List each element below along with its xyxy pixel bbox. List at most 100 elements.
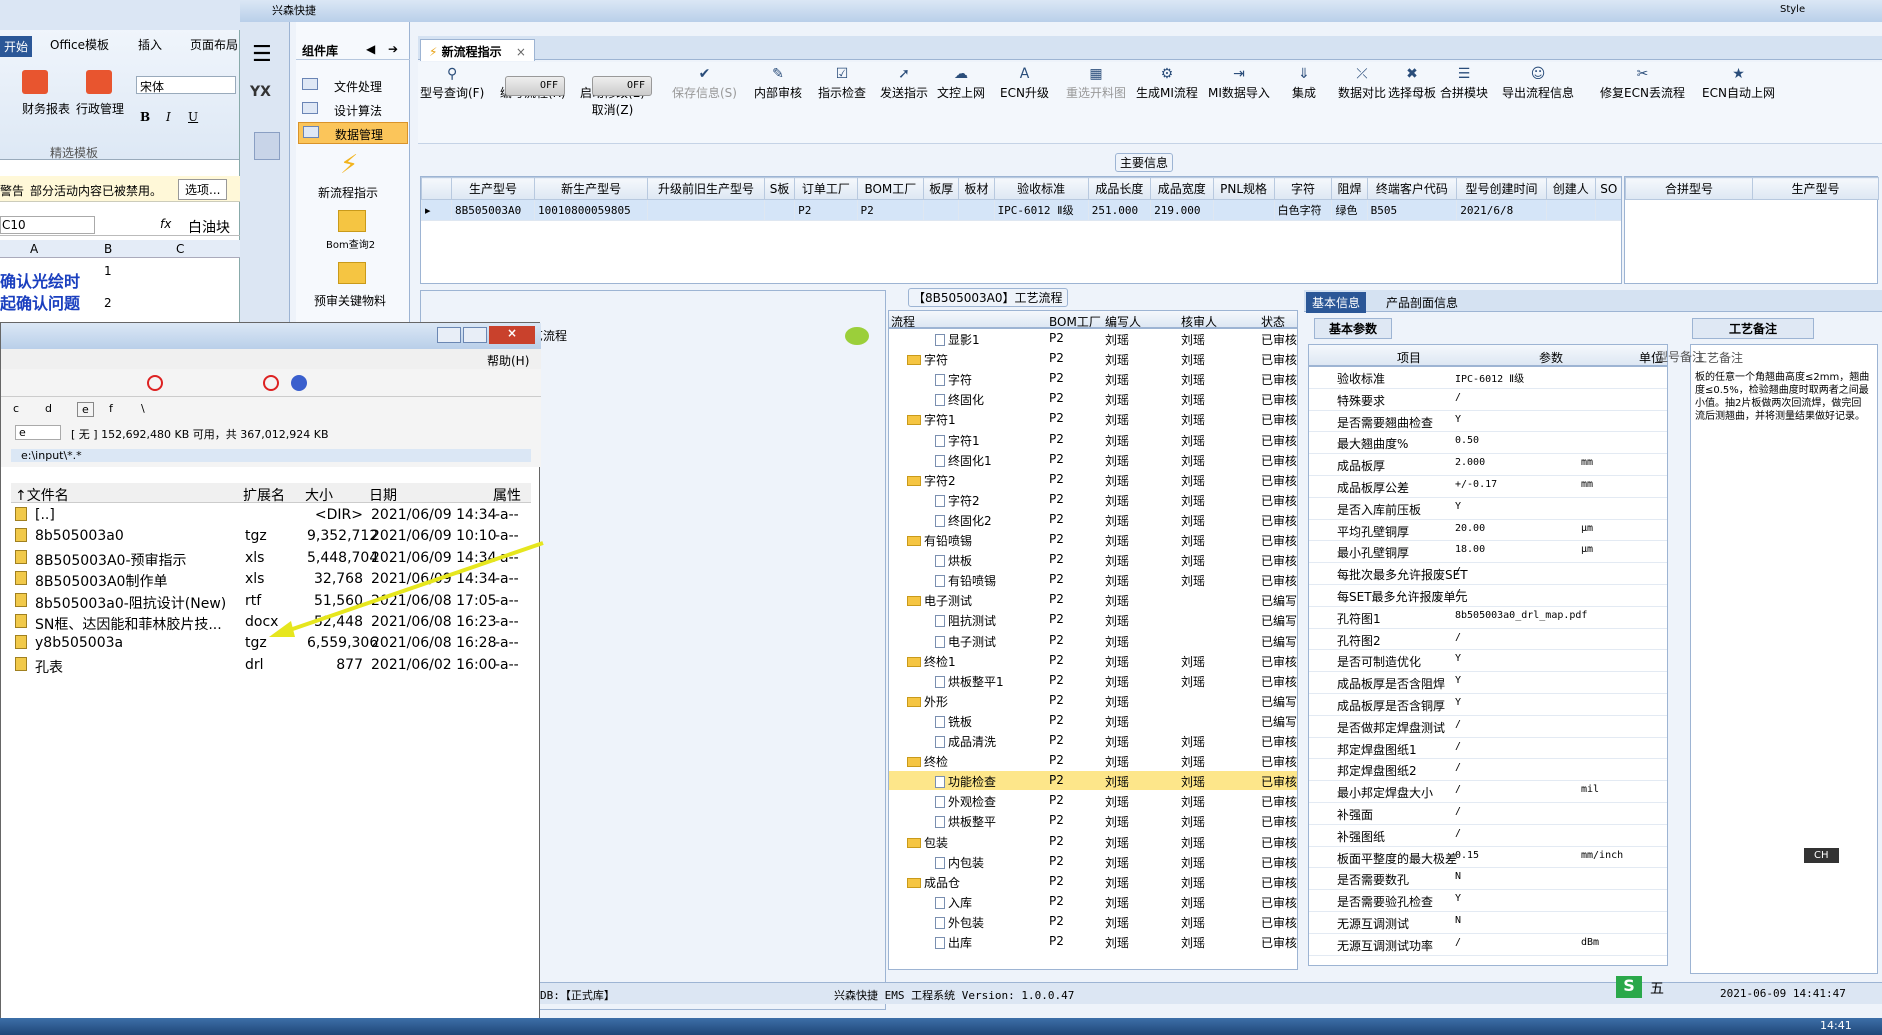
toolbar-button-12[interactable]: ⇓ 集成 [1292,66,1316,101]
tree-row[interactable]: 内包装 P2 刘瑶 刘瑶 已审核 [889,852,1297,871]
pin-icon[interactable]: ➔ [388,42,398,56]
calculator-icon[interactable] [254,132,280,160]
tree-row[interactable]: 终固化1 P2 刘瑶 刘瑶 已审核 [889,450,1297,469]
tree-row[interactable]: 烘板 P2 刘瑶 刘瑶 已审核 [889,550,1297,569]
craft-note-text[interactable]: 板的任意一个角翘曲高度≤2mm，翘曲度≤0.5%，检验翘曲度时取两者之间最小值。… [1695,371,1871,423]
tree-row[interactable]: 外形 P2 刘瑶 已编写 [889,691,1297,710]
grid-col[interactable]: 字符 [1273,177,1333,200]
grid-cell[interactable]: 白色字符 [1273,199,1333,221]
tab-new-flow[interactable]: ⚡ 新流程指示 × [420,39,535,61]
tree-row[interactable]: 字符 P2 刘瑶 刘瑶 已审核 [889,349,1297,368]
param-row[interactable]: 平均孔壁铜厚 20.00 μm [1309,520,1667,542]
name-box[interactable]: C10 [0,216,95,234]
folder-icon[interactable] [338,262,366,284]
info-icon[interactable] [291,375,307,391]
col-size[interactable]: 大小 [305,485,333,505]
param-row[interactable]: 成品板厚 2.000 mm [1309,454,1667,476]
grid-cell[interactable] [958,199,995,221]
toolbar-button-3[interactable]: ✔ 保存信息(S) [672,66,737,101]
tile-prereview[interactable]: 预审关键物料 [314,292,386,309]
col-filename[interactable]: ↑文件名 [15,485,69,505]
side-col-model[interactable]: 生产型号 [1752,177,1879,200]
tab-profile-info[interactable]: 产品剖面信息 [1386,294,1458,311]
drive-button[interactable]: \ [141,402,145,415]
close-button[interactable]: × [489,326,535,344]
toolbar-button-6[interactable]: ➚ 发送指示 [880,66,928,101]
grid-cell[interactable]: B505 [1366,199,1458,221]
toolbar-button-13[interactable]: ⤫ 数据对比 [1338,66,1386,101]
grid-cell[interactable] [1545,199,1596,221]
col-date[interactable]: 日期 [369,485,397,505]
grid-cell[interactable]: 219.000 [1150,199,1214,221]
grid-col[interactable]: 板材 [958,177,995,200]
side-col-merge[interactable]: 合拼型号 [1625,177,1753,200]
grid-cell[interactable]: IPC-6012 Ⅱ级 [993,199,1089,221]
tree-row[interactable]: 烘板整平1 P2 刘瑶 刘瑶 已审核 [889,671,1297,690]
param-row[interactable]: 成品板厚是否含铜厚 Y [1309,694,1667,716]
file-row[interactable]: 孔表 drl 877 2021/06/02 16:00 -a-- [13,655,533,676]
param-row[interactable]: 每批次最多允许报废SET / [1309,563,1667,585]
grid-cell[interactable]: 8B505003A0 [450,199,536,221]
toolbar-button-7[interactable]: ☁ 文控上网 [937,66,985,101]
toolbar-button-4[interactable]: ✎ 内部审核 [754,66,802,101]
finance-report-button[interactable]: 财务报表 [22,100,70,117]
grid-col[interactable]: 型号创建时间 [1456,177,1547,200]
excel-tab-insert[interactable]: 插入 [138,36,162,53]
toolbar-button-14[interactable]: ✖ 选择母板 [1388,66,1436,101]
param-row[interactable]: 是否入库前压板 Y [1309,498,1667,520]
tile-new-flow[interactable]: 新流程指示 [318,184,378,201]
param-row[interactable]: 是否需要数孔 N [1309,868,1667,891]
toolbar-button-11[interactable]: ⇥ MI数据导入 [1208,66,1270,101]
tree-row[interactable]: 终固化2 P2 刘瑶 刘瑶 已审核 [889,510,1297,529]
style-menu[interactable]: Style [1780,4,1805,15]
excel-tab-layout[interactable]: 页面布局 [190,36,238,53]
grid-cell[interactable] [1594,199,1621,221]
param-row[interactable]: 特殊要求 / [1309,389,1667,411]
toolbar-button-15[interactable]: ☰ 合拼模块 [1440,66,1488,101]
tree-row[interactable]: 包装 P2 刘瑶 刘瑶 已审核 [889,832,1297,851]
toolbar-button-9[interactable]: ▦ 重选开料图 [1066,66,1126,101]
tree-row[interactable]: 电子测试 P2 刘瑶 已编写 [889,631,1297,650]
param-row[interactable]: 邦定焊盘图纸1 / [1309,738,1667,760]
grid-col[interactable]: 订单工厂 [794,177,858,200]
stop-icon[interactable] [263,375,279,391]
grid-cell[interactable] [647,199,765,221]
maximize-button[interactable] [463,327,487,343]
admin-button[interactable]: 行政管理 [76,100,124,117]
toolbar-button-18[interactable]: ★ ECN自动上网 [1702,66,1775,101]
param-row[interactable]: 成品板厚公差 +/-0.17 mm [1309,476,1667,498]
menu-icon[interactable]: ☰ [252,42,272,67]
grid-cell[interactable]: P2 [856,199,925,221]
options-button[interactable]: 选项... [178,179,228,200]
tree-row[interactable]: 成品仓 P2 刘瑶 刘瑶 已审核 [889,872,1297,891]
drive-button[interactable]: c [13,402,19,415]
grid-col[interactable]: PNL规格 [1212,177,1275,200]
param-row[interactable]: 补强面 / [1309,803,1667,825]
param-row[interactable]: 无源互调测试 N [1309,912,1667,934]
italic-button[interactable]: I [166,110,171,124]
param-col-item[interactable]: 项目 [1397,349,1421,366]
grid-col[interactable]: 阻焊 [1331,177,1368,200]
grid-cell[interactable] [1212,199,1275,221]
tab-basic-info[interactable]: 基本信息 [1306,292,1367,313]
drive-button[interactable]: f [109,402,113,415]
yx-icon[interactable]: YX [250,84,271,100]
tree-row[interactable]: 外观检查 P2 刘瑶 刘瑶 已审核 [889,791,1297,810]
grid-col[interactable]: 成品宽度 [1150,177,1214,200]
drive-select[interactable]: e [15,425,61,440]
ime-mode[interactable]: 五 [1650,978,1664,998]
param-row[interactable]: 是否做邦定焊盘测试 / [1309,716,1667,738]
excel-tab-office-template[interactable]: Office模板 [50,36,109,53]
tree-row[interactable]: 字符 P2 刘瑶 刘瑶 已审核 [889,369,1297,388]
grid-cell[interactable]: P2 [794,199,858,221]
bold-button[interactable]: B [140,110,150,124]
folder-icon[interactable] [338,210,366,232]
param-row[interactable]: 是否需要验孔检查 Y [1309,890,1667,912]
grid-cell[interactable]: 10010800059805 [534,199,649,221]
toolbar-button-17[interactable]: ✂ 修复ECN丢流程 [1600,66,1685,101]
tree-row[interactable]: 外包装 P2 刘瑶 刘瑶 已审核 [889,912,1297,931]
cell-a1[interactable]: 确认光绘时 [0,268,80,292]
comp-item-file[interactable]: 文件处理 [298,76,408,96]
file-row[interactable]: [..] <DIR> 2021/06/09 14:34 -a-- [13,505,533,526]
grid-col[interactable]: 成品长度 [1087,177,1152,200]
